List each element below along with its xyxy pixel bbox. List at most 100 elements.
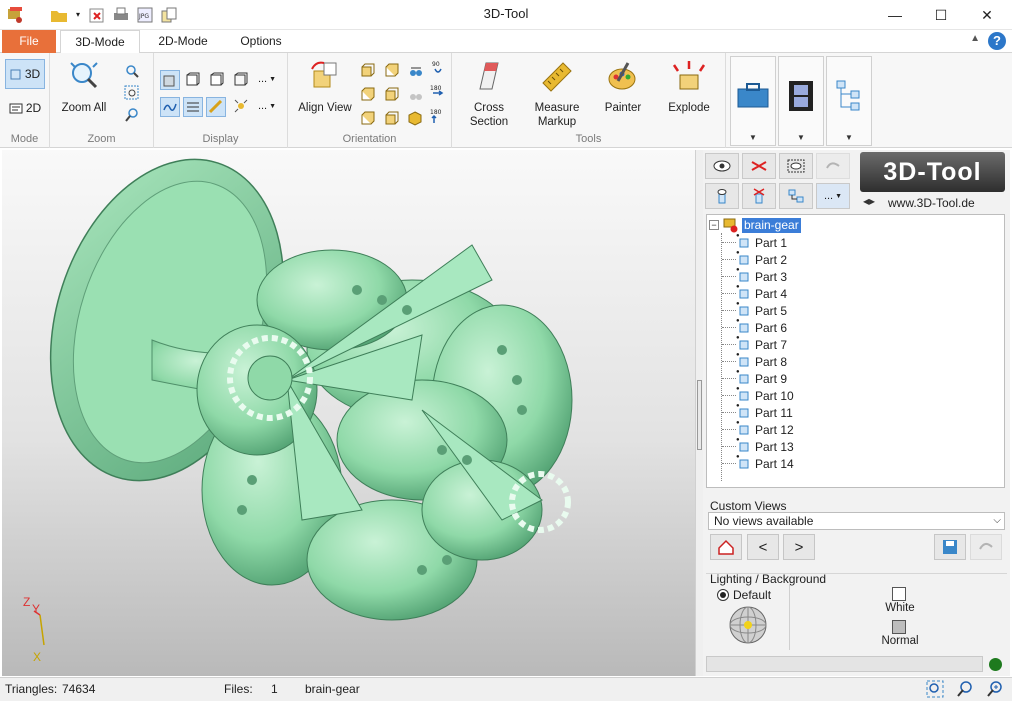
rotate-180-icon[interactable]: 180 <box>428 83 446 101</box>
help-icon[interactable]: ? <box>988 32 1006 50</box>
custom-views-select[interactable]: No views available ⌵ <box>708 512 1005 530</box>
tree-part-item[interactable]: ● Part 7 <box>736 335 787 353</box>
tree-part-item[interactable]: ● Part 8 <box>736 352 787 370</box>
structure-icon[interactable] <box>779 183 813 209</box>
panel-splitter[interactable] <box>695 150 703 676</box>
tree-part-item[interactable]: ● Part 12 <box>736 420 794 438</box>
painter-button[interactable]: Painter <box>592 59 654 115</box>
visible-eye-icon[interactable]: ● <box>736 420 740 426</box>
hide-icon[interactable] <box>742 153 776 179</box>
explode-display-icon[interactable] <box>232 97 250 115</box>
tree-part-item[interactable]: ● Part 10 <box>736 386 794 404</box>
zoom-out-icon[interactable] <box>956 680 974 701</box>
tree-part-item[interactable]: ● Part 3 <box>736 267 787 285</box>
visible-eye-icon[interactable]: ● <box>736 318 740 324</box>
rotate-view-disabled-icon[interactable] <box>406 85 424 103</box>
wireframe-icon[interactable] <box>232 70 250 88</box>
shaded-icon[interactable] <box>160 70 180 90</box>
tree-part-item[interactable]: ● Part 9 <box>736 369 787 387</box>
tree-part-item[interactable]: ● Part 11 <box>736 403 793 421</box>
hide-part-icon[interactable] <box>742 183 776 209</box>
next-view-button[interactable]: > <box>783 534 815 560</box>
view-bottom-icon[interactable] <box>382 109 400 127</box>
jpg-export-icon[interactable]: JPG <box>136 6 154 24</box>
visible-eye-icon[interactable]: ● <box>736 352 740 358</box>
tree-part-item[interactable]: ● Part 13 <box>736 437 794 455</box>
white-background-swatch[interactable] <box>892 587 906 601</box>
undo-visibility-icon[interactable] <box>816 153 850 179</box>
view-front-icon[interactable] <box>358 61 376 79</box>
visible-eye-icon[interactable]: ● <box>736 403 740 409</box>
minimize-button[interactable]: — <box>872 0 918 30</box>
explode-button[interactable]: Explode <box>658 59 720 115</box>
tab-3d-mode[interactable]: 3D-Mode <box>60 30 140 54</box>
tree-part-item[interactable]: ● Part 5 <box>736 301 787 319</box>
default-lighting-radio[interactable]: Default <box>717 588 771 602</box>
zoom-icon[interactable] <box>123 106 141 124</box>
zoom-fit-icon[interactable] <box>926 680 944 701</box>
view-back-icon[interactable] <box>382 61 400 79</box>
collapse-toggle-icon[interactable]: − <box>709 220 719 230</box>
measure-display-icon[interactable] <box>206 97 226 117</box>
collapse-ribbon-icon[interactable]: ▲ <box>970 33 980 44</box>
view-left-icon[interactable] <box>358 85 376 103</box>
curve-icon[interactable] <box>160 97 180 117</box>
show-only-icon[interactable] <box>779 153 813 179</box>
cross-section-button[interactable]: Cross Section <box>458 59 520 129</box>
visible-eye-icon[interactable]: ● <box>736 284 740 290</box>
tree-part-item[interactable]: ● Part 1 <box>736 233 787 251</box>
tab-options[interactable]: Options <box>228 30 294 53</box>
rotate-90-icon[interactable]: 90 <box>428 59 446 77</box>
copy-icon[interactable] <box>160 6 178 24</box>
visible-eye-icon[interactable]: ● <box>736 369 740 375</box>
previous-view-button[interactable]: < <box>747 534 779 560</box>
toolbox-dropdown[interactable]: ▼ <box>730 56 776 146</box>
print-icon[interactable] <box>112 6 130 24</box>
animation-dropdown[interactable]: ▼ <box>778 56 824 146</box>
visible-eye-icon[interactable]: ● <box>736 437 740 443</box>
show-part-icon[interactable] <box>705 183 739 209</box>
zoom-in-icon[interactable] <box>986 680 1004 701</box>
3d-viewport[interactable]: Z Y X <box>2 150 695 676</box>
tab-file[interactable]: File <box>2 30 56 53</box>
visible-eye-icon[interactable]: ● <box>736 267 740 273</box>
zoom-all-button[interactable]: Zoom All <box>56 59 112 115</box>
view-top-icon[interactable] <box>358 109 376 127</box>
measure-markup-button[interactable]: Measure Markup <box>526 59 588 129</box>
visible-eye-icon[interactable]: ● <box>736 454 740 460</box>
dropdown-icon[interactable]: ▾ <box>74 6 82 24</box>
mode-3d-button[interactable]: 3D <box>5 59 45 89</box>
normal-background-swatch[interactable] <box>892 620 906 634</box>
maximize-button[interactable]: ☐ <box>918 0 964 30</box>
home-view-button[interactable] <box>710 534 742 560</box>
show-icon[interactable] <box>705 153 739 179</box>
visible-eye-icon[interactable]: ● <box>736 301 740 307</box>
delete-view-button[interactable] <box>970 534 1002 560</box>
splitter-grip[interactable] <box>697 380 702 450</box>
tree-part-item[interactable]: ● Part 14 <box>736 454 794 472</box>
more-options-button[interactable]: ... ▼ <box>816 183 850 209</box>
close-file-icon[interactable] <box>88 6 106 24</box>
visible-eye-icon[interactable]: ● <box>736 386 740 392</box>
zoom-window-icon[interactable] <box>123 84 141 102</box>
close-button[interactable]: ✕ <box>964 0 1010 30</box>
hidden-line-icon[interactable] <box>208 70 226 88</box>
tab-2d-mode[interactable]: 2D-Mode <box>148 30 218 53</box>
align-view-button[interactable]: Align View <box>292 59 358 115</box>
view-right-icon[interactable] <box>382 85 400 103</box>
rotate-180-alt-icon[interactable]: 180 <box>428 107 446 125</box>
visible-eye-icon[interactable]: ● <box>736 335 740 341</box>
tree-part-item[interactable]: ● Part 6 <box>736 318 787 336</box>
tree-root[interactable]: − brain-gear <box>709 217 801 233</box>
display-more-button[interactable]: ... ▼ <box>256 70 278 88</box>
app-icon[interactable] <box>6 6 24 24</box>
tree-part-item[interactable]: ● Part 2 <box>736 250 787 268</box>
website-url[interactable]: www.3D-Tool.de <box>888 196 1003 210</box>
structure-dropdown[interactable]: ▼ <box>826 56 872 146</box>
visible-eye-icon[interactable]: ● <box>736 250 740 256</box>
view-iso-icon[interactable] <box>406 109 424 127</box>
tree-part-item[interactable]: ● Part 4 <box>736 284 787 302</box>
visible-eye-icon[interactable]: ● <box>736 233 740 239</box>
save-view-button[interactable] <box>934 534 966 560</box>
shaded-edges-icon[interactable] <box>184 70 202 88</box>
